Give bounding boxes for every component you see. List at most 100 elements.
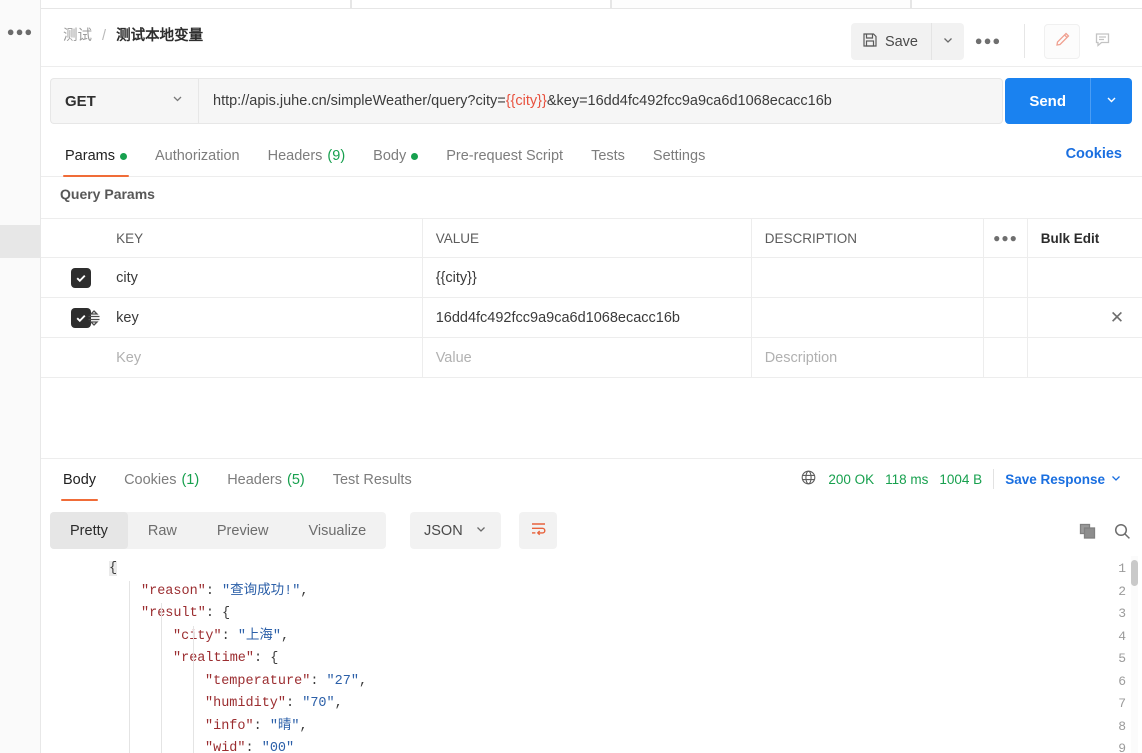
new-param-value-input[interactable]: Value: [423, 338, 752, 377]
response-language-label: JSON: [424, 522, 463, 539]
comment-button[interactable]: [1084, 24, 1120, 59]
tab-label: Pre-request Script: [446, 148, 564, 164]
code-line: "realtime": {: [173, 651, 279, 666]
url-input[interactable]: http://apis.juhe.cn/simpleWeather/query?…: [198, 78, 1003, 124]
json-code[interactable]: {"reason": "查询成功!", "result": {"city": "上…: [105, 556, 1142, 753]
response-status: 200 OK: [828, 471, 875, 487]
postman-window: ●●● 测试 / 测试本地变量 Save ●●● GET http://apis…: [0, 0, 1142, 753]
search-icon: [1113, 523, 1132, 545]
table-row: key 16dd4fc492fcc9a9ca6d1068ecacc16b ✕: [41, 298, 1142, 338]
row-enabled-checkbox[interactable]: [71, 267, 92, 288]
tab-count: (9): [327, 148, 346, 164]
save-button[interactable]: Save: [850, 23, 931, 60]
bulk-edit-button[interactable]: Bulk Edit: [1028, 219, 1142, 257]
window-tab[interactable]: [41, 0, 351, 8]
viewer-scrollbar-thumb[interactable]: [1131, 560, 1138, 586]
window-tab-active[interactable]: [611, 0, 911, 8]
response-tabs: Body Cookies (1) Headers (5) Test Result…: [41, 459, 1142, 502]
window-tab[interactable]: [911, 0, 1142, 8]
new-param-description-input[interactable]: Description: [752, 338, 985, 377]
code-line: "city": "上海",: [173, 628, 290, 644]
tab-label: Test Results: [332, 472, 412, 488]
format-tab-raw[interactable]: Raw: [128, 512, 197, 549]
format-tab-preview[interactable]: Preview: [197, 512, 289, 549]
param-description-input[interactable]: [752, 298, 985, 337]
send-button[interactable]: Send: [1005, 78, 1090, 124]
tab-headers[interactable]: Headers (9): [254, 135, 360, 177]
param-key-input[interactable]: key: [103, 298, 423, 337]
code-line: "info": "晴",: [205, 718, 308, 734]
http-method-select[interactable]: GET: [50, 78, 198, 124]
modified-dot-icon: [119, 152, 127, 160]
column-header-description: DESCRIPTION: [752, 219, 985, 257]
tab-label: Tests: [591, 148, 625, 164]
param-key-input[interactable]: city: [103, 258, 423, 297]
response-tab-headers[interactable]: Headers (5): [213, 459, 319, 501]
copy-icon: [1078, 523, 1097, 545]
row-checkbox-cell: [41, 298, 103, 337]
line-number: 2: [1118, 583, 1126, 599]
response-body-viewer[interactable]: {"reason": "查询成功!", "result": {"city": "上…: [41, 556, 1142, 753]
send-options-button[interactable]: [1090, 78, 1132, 124]
request-tab-strip: [41, 0, 1142, 9]
param-description-input[interactable]: [752, 258, 985, 297]
request-tabs: Params Authorization Headers (9) Body Pr…: [41, 135, 1142, 177]
cookies-link[interactable]: Cookies: [1066, 146, 1122, 162]
globe-icon[interactable]: [800, 469, 817, 489]
row-spacer: [1028, 338, 1142, 377]
chevron-down-icon: [475, 522, 487, 540]
tab-label: Body: [373, 148, 407, 164]
params-more-icon[interactable]: ●●●: [984, 219, 1028, 257]
send-button-group: Send: [1005, 78, 1132, 124]
rail-active-indicator[interactable]: [0, 225, 40, 258]
tab-params[interactable]: Params: [51, 135, 141, 177]
edit-request-button[interactable]: [1044, 24, 1080, 59]
word-wrap-button[interactable]: [519, 512, 557, 549]
url-suffix: &key=16dd4fc492fcc9a9ca6d1068ecacc16b: [546, 93, 832, 109]
tab-label: Cookies: [124, 472, 177, 488]
tab-pre-request-script[interactable]: Pre-request Script: [432, 135, 577, 177]
param-value-input[interactable]: 16dd4fc492fcc9a9ca6d1068ecacc16b: [423, 298, 752, 337]
delete-row-icon[interactable]: ✕: [1106, 307, 1128, 329]
comment-icon: [1094, 31, 1111, 53]
meta-divider: [993, 469, 995, 489]
new-param-key-input[interactable]: Key: [103, 338, 423, 377]
line-number: 5: [1118, 651, 1126, 666]
response-tab-test-results[interactable]: Test Results: [319, 459, 426, 501]
left-rail: ●●●: [0, 0, 41, 753]
format-tab-visualize[interactable]: Visualize: [288, 512, 386, 549]
http-method-label: GET: [65, 92, 96, 110]
response-tab-cookies[interactable]: Cookies (1): [110, 459, 213, 501]
chevron-down-icon: [171, 92, 184, 110]
code-line: "temperature": "27",: [205, 673, 368, 689]
response-tab-body[interactable]: Body: [49, 459, 110, 501]
save-options-button[interactable]: [931, 23, 964, 60]
url-variable: {{city}}: [505, 93, 547, 109]
tab-tests[interactable]: Tests: [577, 135, 639, 177]
response-language-select[interactable]: JSON: [410, 512, 501, 549]
format-tab-pretty[interactable]: Pretty: [50, 512, 128, 549]
fold-guide: [193, 625, 194, 753]
request-more-icon[interactable]: ●●●: [974, 31, 1002, 51]
breadcrumb-request-name[interactable]: 测试本地变量: [116, 28, 203, 44]
tab-authorization[interactable]: Authorization: [141, 135, 254, 177]
tab-label: Settings: [652, 148, 706, 164]
fold-guide: [129, 580, 130, 753]
rail-more-icon[interactable]: ●●●: [6, 23, 34, 41]
response-format-bar: Pretty Raw Preview Visualize JSON: [41, 508, 1142, 552]
drag-handle-icon[interactable]: [86, 308, 102, 333]
param-value-input[interactable]: {{city}}: [423, 258, 752, 297]
header-divider: [1024, 24, 1025, 58]
save-response-button[interactable]: Save Response: [1005, 472, 1122, 487]
search-response-button[interactable]: [1113, 522, 1132, 546]
row-checkbox-cell: [41, 258, 103, 297]
fold-guide: [161, 603, 162, 753]
window-tab[interactable]: [351, 0, 611, 8]
copy-response-button[interactable]: [1078, 522, 1097, 546]
tab-body[interactable]: Body: [359, 135, 432, 177]
tab-settings[interactable]: Settings: [639, 135, 719, 177]
save-button-label: Save: [884, 33, 918, 50]
breadcrumb-collection[interactable]: 测试: [63, 28, 92, 44]
pencil-icon: [1054, 31, 1071, 53]
code-line: {: [109, 561, 118, 576]
